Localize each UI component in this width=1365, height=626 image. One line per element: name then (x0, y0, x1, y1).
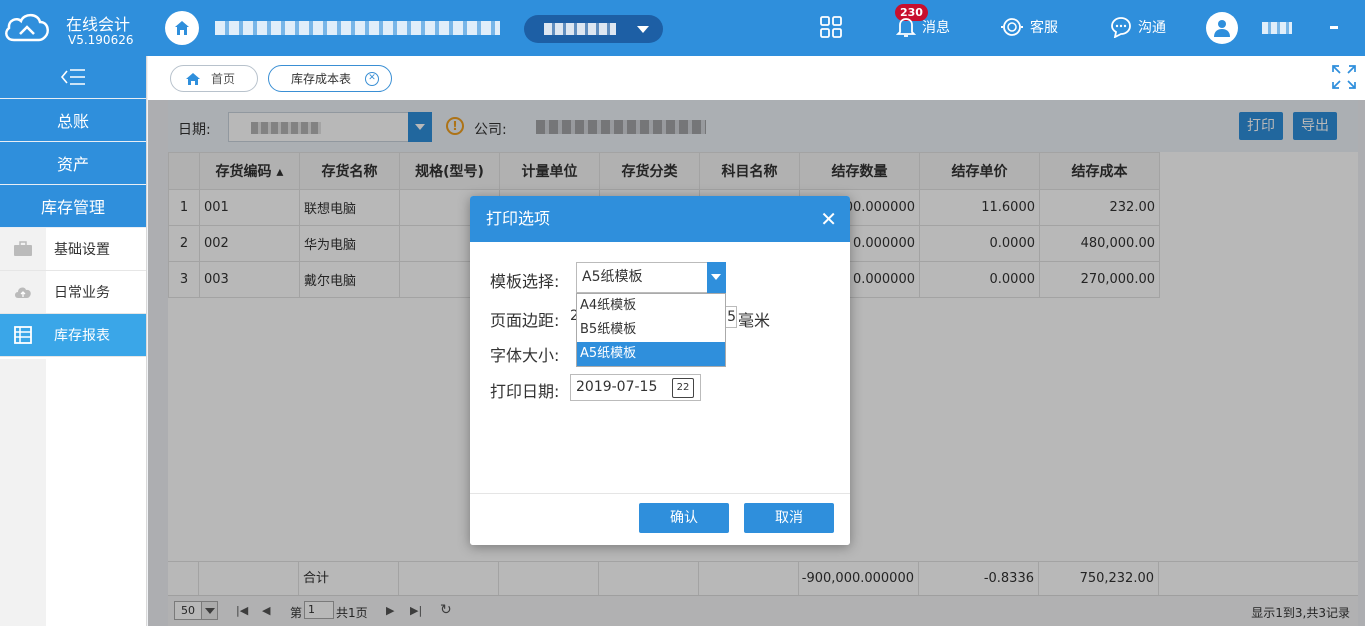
username-blurred[interactable] (1262, 22, 1292, 34)
template-select[interactable]: A5纸模板 (576, 262, 726, 293)
collapse-menu-icon (60, 69, 85, 85)
margin-unit: 毫米 (738, 311, 771, 330)
sidebar-item-assets[interactable]: 资产 (0, 142, 146, 185)
headset-icon (1001, 18, 1023, 36)
tab-bar: 首页 库存成本表 ✕ (148, 56, 1365, 100)
sidebar-collapse-button[interactable] (0, 56, 146, 99)
sidebar-subitem-basic-settings[interactable]: 基础设置 (0, 228, 146, 271)
user-icon (1214, 20, 1230, 37)
home-icon (186, 72, 200, 85)
company-name-blurred (215, 21, 500, 35)
messages-button[interactable]: 消息 (896, 16, 950, 38)
bell-icon (896, 18, 916, 37)
sidebar-item-inventory[interactable]: 库存管理 (0, 185, 146, 228)
tab-home[interactable]: 首页 (170, 65, 258, 92)
sidebar-subitem-label: 库存报表 (54, 328, 110, 344)
service-button[interactable]: 客服 (1000, 16, 1058, 38)
apps-button[interactable] (820, 16, 842, 38)
tab-inventory-cost[interactable]: 库存成本表 ✕ (268, 65, 392, 92)
brand: 在线会计 V5.190626 (0, 0, 148, 56)
avatar[interactable] (1206, 12, 1238, 44)
briefcase-icon (14, 241, 32, 256)
template-option[interactable]: A4纸模板 (577, 294, 725, 318)
chat-bubble-icon (1111, 17, 1131, 38)
grid-icon (820, 16, 842, 38)
cancel-button[interactable]: 取消 (744, 503, 834, 533)
print-options-dialog: 打印选项 ✕ 模板选择: A5纸模板 A4纸模板 B5纸模板 A5纸模板 页面边… (470, 196, 850, 545)
template-label: 模板选择: (490, 272, 560, 291)
dialog-header: 打印选项 ✕ (470, 196, 850, 242)
tab-current-label: 库存成本表 (291, 72, 352, 86)
brand-version: V5.190626 (68, 33, 134, 47)
dialog-footer: 确认 取消 (470, 493, 850, 545)
margin-input[interactable]: 5 (725, 306, 737, 328)
sidebar-item-general-ledger[interactable]: 总账 (0, 99, 146, 142)
template-option-selected[interactable]: A5纸模板 (577, 342, 725, 366)
home-icon (175, 21, 189, 35)
sidebar-subitem-inventory-reports[interactable]: 库存报表 (0, 314, 146, 357)
table-icon (14, 326, 32, 344)
sidebar-subitem-label: 日常业务 (54, 285, 110, 301)
top-bar: 在线会计 V5.190626 230 消息 客服 沟通 (0, 0, 1365, 56)
print-date-label: 打印日期: (490, 382, 560, 401)
home-button[interactable] (165, 11, 199, 45)
cloud-logo-icon (5, 13, 49, 42)
messages-label: 消息 (922, 20, 950, 36)
confirm-button[interactable]: 确认 (639, 503, 729, 533)
sidebar-subitem-daily-business[interactable]: 日常业务 (0, 271, 146, 314)
service-label: 客服 (1030, 20, 1058, 36)
sidebar-subitem-label: 基础设置 (54, 242, 110, 258)
chat-button[interactable]: 沟通 (1110, 16, 1166, 38)
cloud-upload-icon (15, 287, 31, 298)
template-option[interactable]: B5纸模板 (577, 318, 725, 342)
chevron-down-icon (637, 26, 649, 33)
calendar-icon[interactable]: 22 (672, 378, 694, 398)
chevron-down-icon[interactable] (707, 262, 726, 293)
tab-home-label: 首页 (211, 72, 236, 86)
close-tab-icon[interactable]: ✕ (365, 72, 379, 86)
account-period-select[interactable] (524, 15, 663, 43)
brand-name: 在线会计 (66, 15, 131, 34)
margin-label: 页面边距: (490, 311, 560, 330)
fullscreen-icon[interactable] (1331, 64, 1357, 90)
print-date-input[interactable]: 2019-07-15 22 (570, 374, 701, 401)
template-dropdown: A4纸模板 B5纸模板 A5纸模板 (576, 293, 726, 367)
font-size-label: 字体大小: (490, 346, 560, 365)
close-icon[interactable]: ✕ (820, 196, 837, 242)
dialog-title: 打印选项 (486, 209, 551, 228)
chat-label: 沟通 (1138, 20, 1166, 36)
sidebar: 总账 资产 库存管理 基础设置 日常业务 库存报表 (0, 56, 147, 626)
